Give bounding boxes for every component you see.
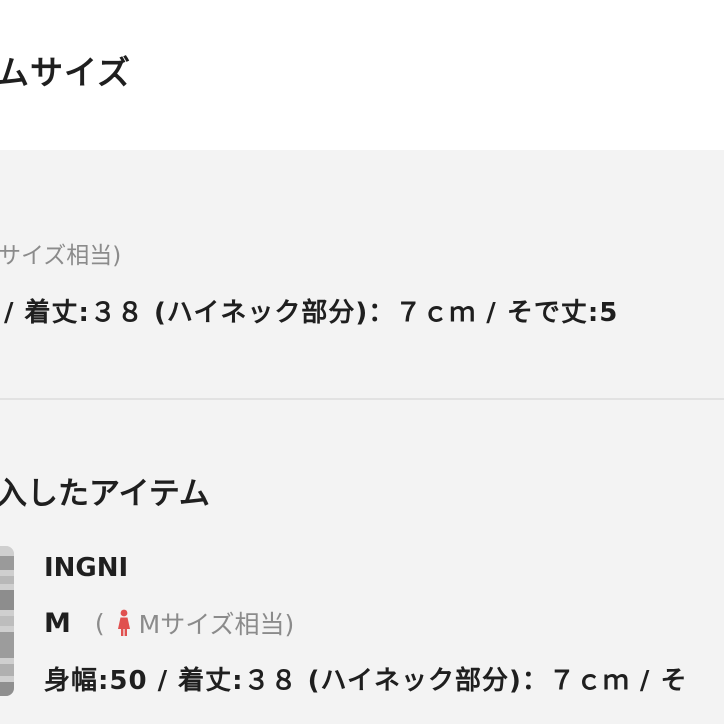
item-thumbnail[interactable] — [0, 546, 14, 696]
size-equivalent-note: サイズ相当) — [0, 243, 122, 269]
item-size-equivalent: ( Mサイズ相当) — [95, 605, 294, 641]
divider — [0, 398, 724, 400]
measurements-text: / 着丈:３８ (ハイネック部分)：７ｃｍ / そで丈:5 — [4, 298, 619, 328]
size-equivalent-paren: ( — [94, 608, 105, 638]
item-size-row: M ( Mサイズ相当) — [44, 605, 294, 641]
item-size: M — [44, 607, 71, 639]
page-title: ムサイズ — [0, 53, 132, 92]
item-thumbnail-image — [0, 546, 14, 696]
section-title: 入したアイテム — [0, 476, 210, 512]
size-equivalent-label: Mサイズ相当) — [138, 610, 295, 639]
female-person-icon — [115, 609, 133, 637]
page-header: ムサイズ — [0, 0, 724, 150]
item-brand[interactable]: INGNI — [44, 553, 128, 583]
item-measurements: 身幅:50 / 着丈:３８ (ハイネック部分)：７ｃｍ / そ — [44, 666, 688, 696]
